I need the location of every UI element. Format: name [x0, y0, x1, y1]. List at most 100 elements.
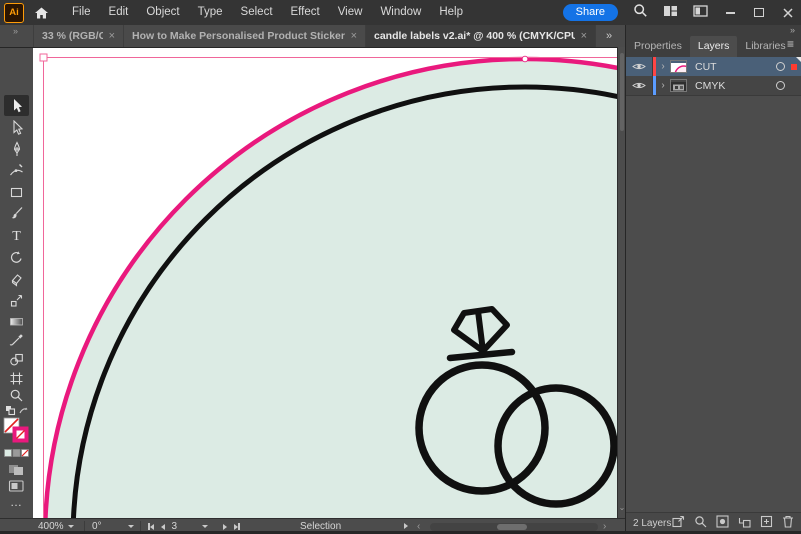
illustrator-window: Ai File Edit Object Type Select Effect View Win…	[0, 0, 801, 534]
layer-thumbnail[interactable]	[670, 79, 687, 92]
layer-name[interactable]: CMYK	[695, 80, 776, 92]
bbox-corner-handle	[39, 53, 48, 62]
visibility-eye-icon[interactable]	[626, 62, 652, 71]
tab-properties[interactable]: Properties	[626, 36, 690, 57]
panel-menu-icon[interactable]: ≡	[787, 38, 794, 50]
menu-item[interactable]: Type	[189, 0, 232, 25]
color-controls-icons[interactable]	[0, 449, 33, 458]
tab-title: candle labels v2.ai* @ 400 % (CMYK/CPU P…	[374, 30, 575, 42]
new-layer-icon[interactable]	[760, 515, 773, 533]
chevron-down-icon	[127, 525, 134, 528]
close-tab-icon[interactable]: ×	[581, 25, 587, 47]
eraser-tool-icon[interactable]	[0, 272, 33, 287]
direct-selection-tool-icon[interactable]	[0, 120, 33, 136]
workspace-switcher-icon[interactable]	[663, 4, 678, 22]
anchor-point	[521, 55, 529, 63]
maximize-button[interactable]	[752, 6, 766, 20]
pen-tool-icon[interactable]	[0, 141, 33, 157]
minimize-button[interactable]	[723, 6, 737, 20]
menu-item[interactable]: Effect	[282, 0, 329, 25]
close-tab-icon[interactable]: ×	[109, 25, 115, 47]
share-button[interactable]: Share	[562, 4, 618, 21]
first-artboard-button[interactable]	[148, 523, 154, 530]
eyedropper-tool-icon[interactable]	[0, 333, 33, 348]
illustrator-app-icon[interactable]: Ai	[4, 2, 24, 23]
rotate-tool-icon[interactable]	[0, 250, 33, 265]
tools-panel: T …	[0, 47, 33, 518]
menu-list: File Edit Object Type Select Effect View Window…	[63, 0, 472, 25]
paintbrush-tool-icon[interactable]	[0, 206, 33, 221]
rectangle-tool-icon[interactable]	[0, 185, 33, 200]
selection-tool-icon[interactable]	[0, 98, 33, 114]
status-popup-icon[interactable]	[404, 523, 408, 529]
previous-artboard-button[interactable]	[160, 523, 165, 530]
document-tabbar: » 33 % (RGB/CPU ... × How to Make Person…	[0, 25, 625, 47]
layer-thumbnail[interactable]	[670, 60, 687, 73]
vertical-scroll-thumb[interactable]	[620, 53, 624, 131]
clipping-mask-icon[interactable]	[716, 514, 729, 533]
target-circle-icon[interactable]	[776, 81, 785, 90]
menu-item[interactable]: Object	[137, 0, 188, 25]
home-icon[interactable]	[34, 6, 49, 20]
swap-fill-stroke-icon[interactable]	[0, 405, 33, 416]
curvature-tool-icon[interactable]	[0, 163, 33, 178]
dock-toggle-icon: »	[13, 26, 19, 36]
close-window-button[interactable]	[781, 6, 795, 20]
menubar: Ai File Edit Object Type Select Effect View Win…	[0, 0, 801, 26]
shape-builder-tool-icon[interactable]	[0, 352, 33, 367]
document-tab[interactable]: How to Make Personalised Product Sticker…	[124, 25, 366, 47]
tab-overflow-icon[interactable]: »	[606, 25, 612, 47]
layer-name[interactable]: CUT	[695, 61, 776, 73]
delete-layer-icon[interactable]	[782, 515, 794, 533]
artboard-dropdown-icon[interactable]	[202, 525, 209, 528]
panel-dock: » Properties Layers Libraries ≡ › CUT › …	[625, 25, 801, 534]
fill-stroke-indicator[interactable]	[0, 417, 33, 444]
zoom-tool-icon[interactable]	[0, 388, 33, 403]
layer-row-cmyk[interactable]: › CMYK	[626, 76, 801, 96]
visibility-eye-icon[interactable]	[626, 81, 652, 90]
svg-text:T: T	[12, 229, 21, 243]
artwork-svg	[33, 47, 801, 534]
toolbar-dock-header[interactable]: »	[0, 25, 34, 47]
menu-item[interactable]: Window	[371, 0, 430, 25]
drawing-modes-icon[interactable]	[0, 463, 33, 476]
artboard-tool-icon[interactable]	[0, 371, 33, 386]
expand-layer-icon[interactable]: ›	[656, 61, 670, 72]
selected-art-indicator	[796, 57, 801, 62]
locate-object-icon[interactable]	[694, 515, 707, 533]
tab-layers[interactable]: Layers	[689, 36, 738, 57]
arrange-documents-icon[interactable]	[693, 4, 708, 22]
menu-item[interactable]: Select	[232, 0, 282, 25]
tab-title: How to Make Personalised Product Sticker…	[132, 30, 345, 42]
layer-count: 2 Layers	[633, 518, 672, 529]
menu-item[interactable]: Edit	[100, 0, 138, 25]
menu-item[interactable]: View	[329, 0, 372, 25]
selection-color-chip	[791, 63, 797, 70]
tab-title: 33 % (RGB/CPU ...	[42, 30, 103, 42]
type-tool-icon[interactable]: T	[0, 227, 33, 243]
document-tab[interactable]: 33 % (RGB/CPU ... ×	[34, 25, 124, 47]
target-circle-icon[interactable]	[776, 62, 785, 71]
expand-layer-icon[interactable]: ›	[656, 80, 670, 91]
horizontal-scroll-thumb[interactable]	[497, 524, 527, 530]
document-tab-active[interactable]: candle labels v2.ai* @ 400 % (CMYK/CPU P…	[366, 25, 596, 47]
tab-libraries[interactable]: Libraries	[737, 36, 793, 57]
last-artboard-button[interactable]	[234, 523, 240, 530]
gradient-tool-icon[interactable]	[0, 314, 33, 329]
menu-item[interactable]: File	[63, 0, 100, 25]
collapse-panel-icon[interactable]: »	[790, 25, 795, 35]
menu-item[interactable]: Help	[430, 0, 472, 25]
search-icon[interactable]	[633, 3, 648, 23]
next-artboard-button[interactable]	[223, 523, 228, 530]
chevron-down-icon	[67, 525, 74, 528]
close-tab-icon[interactable]: ×	[351, 25, 357, 47]
layer-row-cut[interactable]: › CUT	[626, 57, 801, 77]
screen-mode-icon[interactable]	[0, 479, 33, 493]
horizontal-scrollbar[interactable]	[430, 523, 598, 531]
scale-tool-icon[interactable]	[0, 293, 33, 308]
collect-for-export-icon[interactable]	[672, 515, 685, 533]
more-tools-icon[interactable]: …	[0, 495, 33, 509]
vertical-scrollbar[interactable]: ⌄	[617, 47, 625, 518]
artboard-canvas[interactable]	[33, 47, 801, 534]
new-sublayer-icon[interactable]	[738, 515, 751, 533]
